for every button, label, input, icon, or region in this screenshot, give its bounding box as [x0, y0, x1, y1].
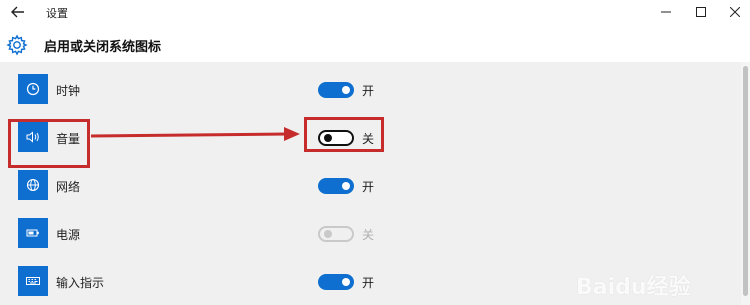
scroll-thumb[interactable]: [743, 66, 748, 296]
annotation-arrow-icon: [90, 127, 300, 141]
watermark-text: Baidu经验: [576, 275, 691, 300]
watermark-logo: Baidu经验: [576, 268, 746, 302]
